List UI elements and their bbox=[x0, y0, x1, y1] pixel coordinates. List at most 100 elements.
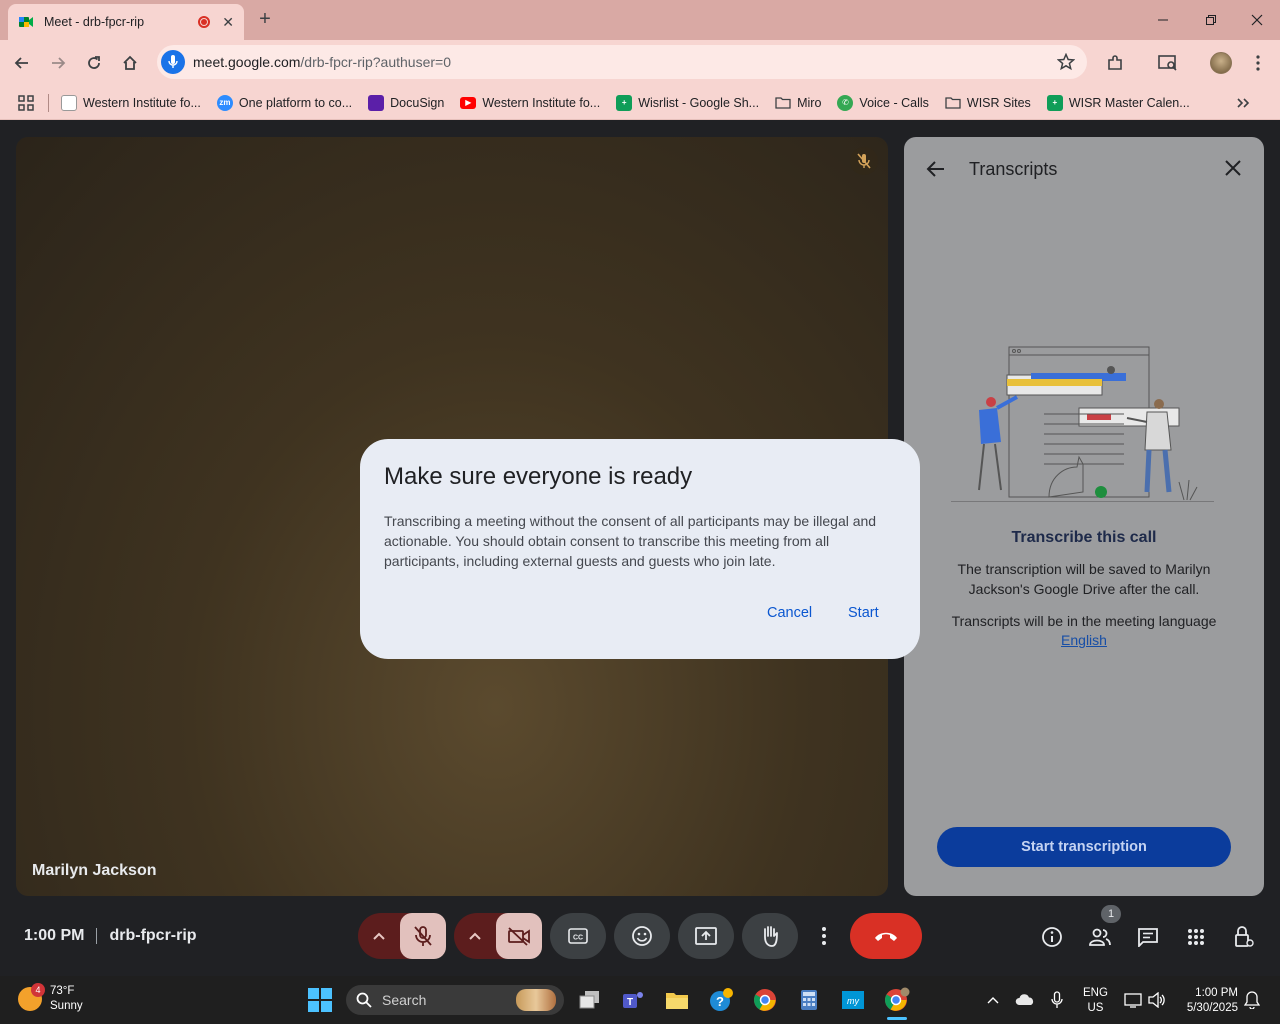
bookmark-star-icon[interactable] bbox=[1056, 52, 1076, 76]
start-button[interactable]: Start bbox=[848, 605, 879, 621]
restore-button[interactable] bbox=[1188, 0, 1234, 40]
people-icon[interactable] bbox=[1086, 923, 1114, 951]
keyboard-layout: US bbox=[1087, 1002, 1104, 1014]
task-view-icon[interactable] bbox=[576, 986, 604, 1014]
activities-icon[interactable] bbox=[1182, 923, 1210, 951]
bookmark-item[interactable]: Miro bbox=[775, 95, 821, 111]
leave-call-button[interactable] bbox=[850, 913, 922, 959]
apps-grid-icon[interactable] bbox=[18, 94, 34, 111]
bookmarks-bar: Western Institute fo... zm One platform … bbox=[0, 86, 1280, 120]
close-panel-icon[interactable] bbox=[1224, 159, 1242, 182]
minimize-button[interactable] bbox=[1140, 0, 1186, 40]
system-clock[interactable]: 1:00 PM 5/30/2025 bbox=[1180, 986, 1238, 1016]
reload-button[interactable] bbox=[81, 50, 107, 76]
sheets-icon: + bbox=[616, 94, 633, 111]
page-icon bbox=[61, 94, 77, 111]
meeting-details-icon[interactable] bbox=[1038, 923, 1066, 951]
chat-icon[interactable] bbox=[1134, 923, 1162, 951]
bookmark-item[interactable]: zm One platform to co... bbox=[216, 94, 352, 111]
recording-indicator-icon bbox=[198, 16, 211, 28]
bookmark-item[interactable]: ▶ Western Institute fo... bbox=[460, 96, 600, 110]
network-icon[interactable] bbox=[1123, 990, 1143, 1010]
notifications-icon[interactable] bbox=[1242, 990, 1262, 1010]
mic-options-chevron-icon[interactable] bbox=[358, 913, 400, 959]
bookmark-item[interactable]: DocuSign bbox=[368, 94, 444, 111]
volume-icon[interactable] bbox=[1147, 990, 1167, 1010]
extensions-icon[interactable] bbox=[1104, 52, 1126, 74]
bookmark-item[interactable]: WISR Sites bbox=[945, 95, 1031, 111]
onedrive-icon[interactable] bbox=[1015, 990, 1035, 1010]
mic-control bbox=[358, 913, 446, 959]
tab-close-icon[interactable]: ✕ bbox=[222, 14, 234, 31]
input-language-indicator[interactable]: ENG US bbox=[1083, 986, 1108, 1016]
google-meet-icon bbox=[19, 17, 33, 27]
reactions-button[interactable] bbox=[614, 913, 670, 959]
camera-options-chevron-icon[interactable] bbox=[454, 913, 496, 959]
clock-time: 1:00 PM bbox=[1195, 987, 1238, 999]
present-button[interactable] bbox=[678, 913, 734, 959]
more-options-button[interactable] bbox=[812, 913, 836, 959]
taskbar-search[interactable]: Search bbox=[346, 985, 564, 1015]
transcribe-saved-text: The transcription will be saved to Maril… bbox=[957, 561, 1211, 597]
svg-text:?: ? bbox=[716, 994, 724, 1009]
address-bar[interactable]: meet.google.com/drb-fpcr-rip?authuser=0 bbox=[157, 45, 1087, 79]
mic-toggle-button[interactable] bbox=[400, 913, 446, 959]
start-transcription-button[interactable]: Start transcription bbox=[937, 827, 1231, 867]
bookmark-item[interactable]: + WISR Master Calen... bbox=[1046, 94, 1190, 111]
home-button[interactable] bbox=[117, 50, 143, 76]
camera-toggle-button[interactable] bbox=[496, 913, 542, 959]
bookmark-item[interactable]: ✆ Voice - Calls bbox=[837, 94, 929, 111]
mic-muted-icon bbox=[850, 147, 878, 175]
weather-badge: 4 bbox=[31, 983, 45, 997]
cancel-button[interactable]: Cancel bbox=[767, 605, 812, 621]
raise-hand-button[interactable] bbox=[742, 913, 798, 959]
language-link[interactable]: English bbox=[904, 632, 1264, 648]
forward-button[interactable] bbox=[45, 50, 71, 76]
file-explorer-icon[interactable] bbox=[663, 986, 691, 1014]
people-count-badge: 1 bbox=[1101, 905, 1121, 923]
bookmark-label: Miro bbox=[797, 95, 822, 110]
back-button[interactable] bbox=[9, 50, 35, 76]
bookmark-item[interactable]: + Wisrlist - Google Sh... bbox=[616, 94, 760, 111]
meeting-info: 1:00 PM drb-fpcr-rip bbox=[24, 927, 197, 945]
microphone-in-use-icon[interactable] bbox=[1047, 990, 1067, 1010]
search-icon bbox=[356, 992, 372, 1008]
bookmark-item[interactable]: Western Institute fo... bbox=[61, 94, 201, 111]
transcripts-panel: Transcripts Transcribe this call The tra… bbox=[904, 137, 1264, 896]
windows-start-icon[interactable] bbox=[308, 988, 332, 1012]
mic-off-icon bbox=[414, 926, 432, 946]
help-icon[interactable]: ? bbox=[707, 986, 735, 1014]
show-hidden-icons-chevron-icon[interactable] bbox=[983, 990, 1003, 1010]
teams-icon[interactable]: T bbox=[619, 986, 647, 1014]
sheets-icon: + bbox=[1046, 94, 1063, 111]
search-highlight-image bbox=[516, 989, 556, 1011]
close-window-button[interactable] bbox=[1234, 0, 1280, 40]
arrow-right-icon bbox=[52, 57, 66, 69]
bookmark-label: Voice - Calls bbox=[859, 95, 929, 110]
tab-meet[interactable]: Meet - drb-fpcr-rip ✕ bbox=[8, 4, 244, 40]
calculator-icon[interactable] bbox=[795, 986, 823, 1014]
folder-icon bbox=[945, 96, 961, 109]
new-tab-button[interactable]: + bbox=[254, 8, 276, 30]
browser-toolbar: meet.google.com/drb-fpcr-rip?authuser=0 bbox=[0, 40, 1280, 86]
host-controls-lock-icon[interactable] bbox=[1230, 923, 1258, 951]
bookmark-label: Wisrlist - Google Sh... bbox=[638, 95, 760, 110]
hp-icon[interactable]: my bbox=[839, 986, 867, 1014]
more-bookmarks-icon[interactable] bbox=[1236, 97, 1250, 109]
chrome-menu-icon[interactable] bbox=[1247, 52, 1269, 74]
profile-avatar[interactable] bbox=[1210, 52, 1232, 74]
camera-off-icon bbox=[508, 927, 530, 946]
back-arrow-icon[interactable] bbox=[926, 159, 946, 184]
chrome-profile-icon[interactable] bbox=[883, 986, 911, 1020]
transcribe-heading: Transcribe this call bbox=[1011, 529, 1157, 546]
weather-widget[interactable]: 4 73°F Sunny bbox=[18, 983, 83, 1014]
captions-button[interactable]: CC bbox=[550, 913, 606, 959]
chrome-icon[interactable] bbox=[751, 986, 779, 1014]
svg-text:CC: CC bbox=[573, 935, 583, 942]
home-icon bbox=[123, 55, 137, 70]
bookmark-label: Western Institute fo... bbox=[482, 95, 601, 110]
url-text: meet.google.com/drb-fpcr-rip?authuser=0 bbox=[193, 54, 451, 70]
cast-search-icon[interactable] bbox=[1157, 52, 1179, 74]
camera-control bbox=[454, 913, 542, 959]
transcribe-language-text: Transcripts will be in the meeting langu… bbox=[951, 613, 1217, 629]
